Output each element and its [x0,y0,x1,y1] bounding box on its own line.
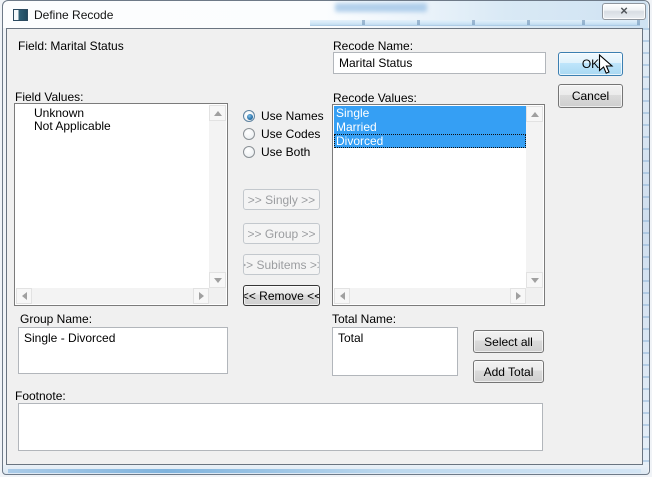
list-item-selected[interactable]: Married [334,120,526,134]
select-all-button[interactable]: Select all [473,330,544,353]
field-values-listbox[interactable]: Unknown Not Applicable [14,103,228,306]
close-button[interactable]: × [602,3,646,20]
radio-label: Use Both [261,145,310,159]
group-name-input[interactable]: Single - Divorced [18,327,228,374]
arrow-up-icon [531,112,539,117]
horizontal-scrollbar[interactable] [16,288,209,304]
radio-selected-icon [243,110,255,122]
footnote-value [19,404,542,410]
recode-name-label: Recode Name: [333,39,413,53]
radio-use-both[interactable]: Use Both [243,145,310,159]
field-indicator: Field:Marital Status [18,39,124,53]
scroll-up-button[interactable] [209,105,226,121]
radio-unselected-icon [243,128,255,140]
arrow-left-icon [22,292,27,300]
vertical-scrollbar[interactable] [209,105,226,288]
list-item-selected-focused[interactable]: Divorced [334,134,526,148]
list-item-selected[interactable]: Single [334,106,526,120]
window-frame-bottom [3,465,648,475]
recode-name-input[interactable]: Marital Status [333,52,546,74]
ok-button[interactable]: OK [558,52,623,76]
arrow-up-icon [214,111,222,116]
recode-name-value: Marital Status [334,53,545,74]
scroll-right-button[interactable] [510,288,526,304]
scroll-up-button[interactable] [526,106,543,122]
scroll-left-button[interactable] [16,288,32,304]
background-window-artifact [8,469,641,473]
field-values-label: Field Values: [15,90,83,104]
title-bar[interactable]: Define Recode × [3,1,648,28]
singly-button[interactable]: >> Singly >> [243,189,320,210]
scrollbar-corner [526,288,543,304]
scroll-right-button[interactable] [193,288,209,304]
window-frame-right [643,28,649,465]
dialog-icon [13,9,28,21]
add-total-button[interactable]: Add Total [473,360,544,383]
total-name-input[interactable]: Total [332,327,458,376]
arrow-down-icon [214,278,222,283]
radio-use-names[interactable]: Use Names [243,109,324,123]
cancel-button[interactable]: Cancel [558,84,623,108]
arrow-right-icon [199,292,204,300]
total-name-label: Total Name: [332,312,396,326]
field-value: Marital Status [50,39,123,53]
define-recode-dialog: Define Recode × Field:Marital Status Rec… [0,0,652,477]
radio-label: Use Names [261,109,324,123]
subitems-button[interactable]: >> Subitems >> [243,254,320,275]
group-button[interactable]: >> Group >> [243,223,320,244]
close-icon: × [620,3,628,18]
field-label: Field: [18,39,47,53]
background-window-artifact [310,20,640,26]
horizontal-scrollbar[interactable] [334,288,526,304]
arrow-right-icon [516,292,521,300]
footnote-label: Footnote: [15,389,66,403]
radio-label: Use Codes [261,127,320,141]
arrow-left-icon [340,292,345,300]
scrollbar-corner [209,288,226,304]
vertical-scrollbar[interactable] [526,106,543,288]
footnote-input[interactable] [18,403,543,451]
recode-values-list: Single Married Divorced [334,106,526,288]
recode-values-label: Recode Values: [333,91,417,105]
scroll-down-button[interactable] [209,272,226,288]
scroll-down-button[interactable] [526,272,543,288]
background-window-artifact [335,3,427,12]
remove-button[interactable]: << Remove << [243,285,320,306]
recode-values-listbox[interactable]: Single Married Divorced [332,104,545,306]
field-values-list: Unknown Not Applicable [16,105,209,288]
scroll-left-button[interactable] [334,288,350,304]
radio-unselected-icon [243,146,255,158]
group-name-label: Group Name: [20,312,92,326]
arrow-down-icon [531,278,539,283]
window-title: Define Recode [34,7,113,23]
group-name-value: Single - Divorced [19,328,227,349]
radio-use-codes[interactable]: Use Codes [243,127,320,141]
total-name-value: Total [333,328,457,349]
list-item[interactable]: Not Applicable [34,120,209,133]
